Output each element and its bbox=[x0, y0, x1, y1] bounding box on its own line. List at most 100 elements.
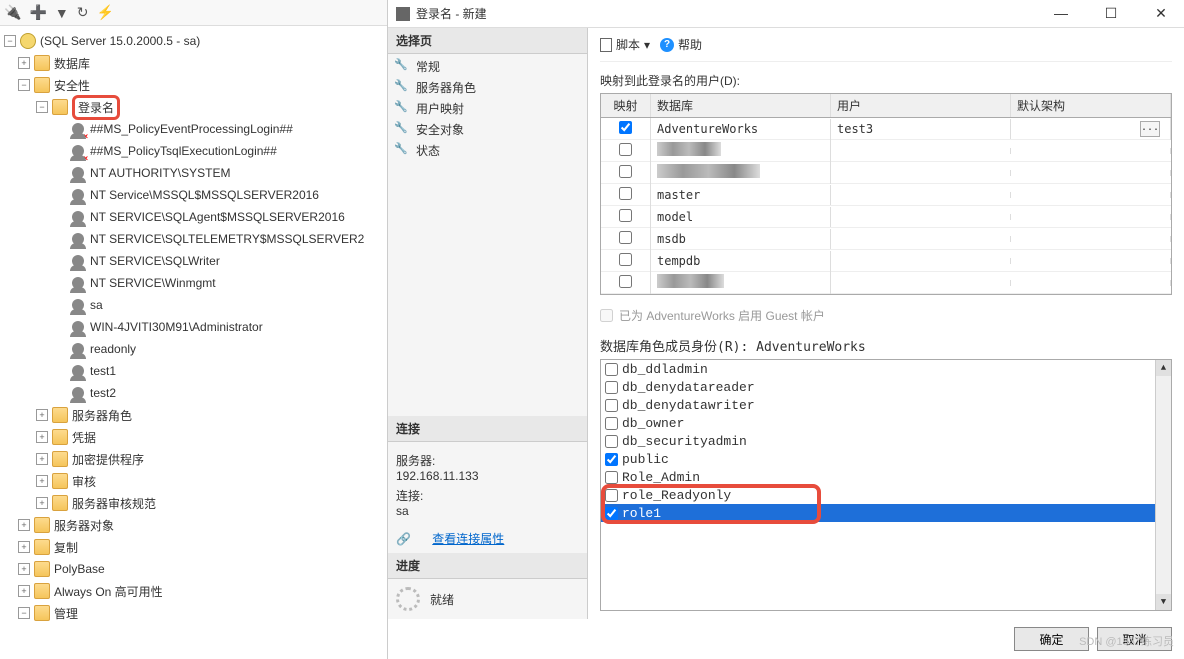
page-item[interactable]: 用户映射 bbox=[388, 98, 587, 119]
dialog-icon bbox=[396, 7, 410, 21]
filter-icon[interactable]: ▼ bbox=[55, 5, 69, 21]
role-item[interactable]: db_denydatawriter bbox=[601, 396, 1155, 414]
login-item[interactable]: NT AUTHORITY\SYSTEM bbox=[0, 162, 387, 184]
map-checkbox[interactable] bbox=[619, 187, 632, 200]
login-item[interactable]: readonly bbox=[0, 338, 387, 360]
login-item[interactable]: sa bbox=[0, 294, 387, 316]
pulse-icon[interactable]: ⚡ bbox=[96, 4, 113, 21]
expand-icon[interactable]: − bbox=[18, 79, 30, 91]
tree-crypto[interactable]: +加密提供程序 bbox=[0, 448, 387, 470]
scrollbar[interactable]: ▲ ▼ bbox=[1155, 360, 1171, 610]
role-item[interactable]: role1 bbox=[601, 504, 1155, 522]
login-item[interactable]: test1 bbox=[0, 360, 387, 382]
dialog-titlebar: 登录名 - 新建 — ☐ ✕ bbox=[388, 0, 1184, 28]
tree-polybase[interactable]: +PolyBase bbox=[0, 558, 387, 580]
login-item[interactable]: ##MS_PolicyTsqlExecutionLogin## bbox=[0, 140, 387, 162]
role-checkbox[interactable] bbox=[605, 363, 618, 376]
role-checkbox[interactable] bbox=[605, 489, 618, 502]
help-button[interactable]: ? 帮助 bbox=[660, 36, 702, 53]
mapping-row[interactable] bbox=[601, 272, 1171, 294]
server-node[interactable]: − (SQL Server 15.0.2000.5 - sa) bbox=[0, 30, 387, 52]
tree-replication[interactable]: +复制 bbox=[0, 536, 387, 558]
tree-logins[interactable]: − 登录名 bbox=[0, 96, 387, 118]
close-button[interactable]: ✕ bbox=[1146, 5, 1176, 22]
view-connection-link[interactable]: 查看连接属性 bbox=[432, 530, 504, 547]
page-item[interactable]: 状态 bbox=[388, 140, 587, 161]
mapping-header: 映射 数据库 用户 默认架构 bbox=[601, 94, 1171, 118]
scroll-down[interactable]: ▼ bbox=[1156, 594, 1171, 610]
tree-credentials[interactable]: +凭据 bbox=[0, 426, 387, 448]
role-checkbox[interactable] bbox=[605, 381, 618, 394]
role-checkbox[interactable] bbox=[605, 507, 618, 520]
expand-icon[interactable]: − bbox=[36, 101, 48, 113]
role-checkbox[interactable] bbox=[605, 471, 618, 484]
tree-databases[interactable]: + 数据库 bbox=[0, 52, 387, 74]
mapping-row[interactable]: model bbox=[601, 206, 1171, 228]
mapping-row[interactable] bbox=[601, 162, 1171, 184]
minimize-button[interactable]: — bbox=[1046, 5, 1076, 22]
chevron-down-icon: ▾ bbox=[644, 38, 650, 52]
mapping-row[interactable]: AdventureWorkstest3... bbox=[601, 118, 1171, 140]
refresh-icon[interactable]: ↻ bbox=[77, 4, 89, 21]
role-item[interactable]: db_denydatareader bbox=[601, 378, 1155, 396]
expand-icon[interactable]: − bbox=[4, 35, 16, 47]
tree-security[interactable]: − 安全性 bbox=[0, 74, 387, 96]
tree-server-audit-spec[interactable]: +服务器审核规范 bbox=[0, 492, 387, 514]
role-checkbox[interactable] bbox=[605, 417, 618, 430]
maximize-button[interactable]: ☐ bbox=[1096, 5, 1126, 22]
wrench-icon bbox=[396, 81, 410, 95]
login-item[interactable]: ##MS_PolicyEventProcessingLogin## bbox=[0, 118, 387, 140]
page-item[interactable]: 服务器角色 bbox=[388, 77, 587, 98]
role-item[interactable]: role_Readyonly bbox=[601, 486, 1155, 504]
mapping-row[interactable]: master bbox=[601, 184, 1171, 206]
login-item[interactable]: NT SERVICE\SQLAgent$MSSQLSERVER2016 bbox=[0, 206, 387, 228]
mapping-row[interactable] bbox=[601, 140, 1171, 162]
scroll-up[interactable]: ▲ bbox=[1156, 360, 1171, 376]
map-checkbox[interactable] bbox=[619, 209, 632, 222]
tree-server-objects[interactable]: +服务器对象 bbox=[0, 514, 387, 536]
login-item[interactable]: NT SERVICE\SQLWriter bbox=[0, 250, 387, 272]
script-dropdown[interactable]: 脚本 ▾ bbox=[600, 36, 650, 53]
mapping-table: 映射 数据库 用户 默认架构 AdventureWorkstest3... mas… bbox=[600, 93, 1172, 295]
map-checkbox[interactable] bbox=[619, 143, 632, 156]
login-icon bbox=[72, 123, 84, 135]
login-icon bbox=[72, 189, 84, 201]
login-item[interactable]: test2 bbox=[0, 382, 387, 404]
roles-listbox[interactable]: db_ddladmindb_denydatareaderdb_denydataw… bbox=[600, 359, 1172, 611]
role-item[interactable]: Role_Admin bbox=[601, 468, 1155, 486]
progress-status: 就绪 bbox=[388, 579, 587, 619]
folder-icon bbox=[34, 539, 50, 555]
toolbar-btn[interactable]: ➕ bbox=[29, 4, 46, 21]
map-checkbox[interactable] bbox=[619, 165, 632, 178]
role-checkbox[interactable] bbox=[605, 399, 618, 412]
role-item[interactable]: db_ddladmin bbox=[601, 360, 1155, 378]
login-icon bbox=[72, 343, 84, 355]
page-item[interactable]: 安全对象 bbox=[388, 119, 587, 140]
tree-management[interactable]: −管理 bbox=[0, 602, 387, 624]
mapping-row[interactable]: tempdb bbox=[601, 250, 1171, 272]
map-checkbox[interactable] bbox=[619, 275, 632, 288]
role-checkbox[interactable] bbox=[605, 453, 618, 466]
page-item[interactable]: 常规 bbox=[388, 56, 587, 77]
login-item[interactable]: NT SERVICE\Winmgmt bbox=[0, 272, 387, 294]
role-item[interactable]: public bbox=[601, 450, 1155, 468]
browse-schema-button[interactable]: ... bbox=[1140, 121, 1160, 137]
login-item[interactable]: NT SERVICE\SQLTELEMETRY$MSSQLSERVER2 bbox=[0, 228, 387, 250]
ok-button[interactable]: 确定 bbox=[1014, 627, 1089, 651]
tree-audit[interactable]: +审核 bbox=[0, 470, 387, 492]
content-toolbar: 脚本 ▾ ? 帮助 bbox=[600, 36, 1172, 62]
role-item[interactable]: db_securityadmin bbox=[601, 432, 1155, 450]
map-checkbox[interactable] bbox=[619, 121, 632, 134]
map-checkbox[interactable] bbox=[619, 253, 632, 266]
role-item[interactable]: db_owner bbox=[601, 414, 1155, 432]
tree-always-on[interactable]: +Always On 高可用性 bbox=[0, 580, 387, 602]
map-checkbox[interactable] bbox=[619, 231, 632, 244]
login-item[interactable]: WIN-4JVITI30M91\Administrator bbox=[0, 316, 387, 338]
login-icon bbox=[72, 211, 84, 223]
tree-server-roles[interactable]: +服务器角色 bbox=[0, 404, 387, 426]
role-checkbox[interactable] bbox=[605, 435, 618, 448]
expand-icon[interactable]: + bbox=[18, 57, 30, 69]
login-item[interactable]: NT Service\MSSQL$MSSQLSERVER2016 bbox=[0, 184, 387, 206]
toolbar-btn[interactable]: 🔌 bbox=[4, 4, 21, 21]
mapping-row[interactable]: msdb bbox=[601, 228, 1171, 250]
